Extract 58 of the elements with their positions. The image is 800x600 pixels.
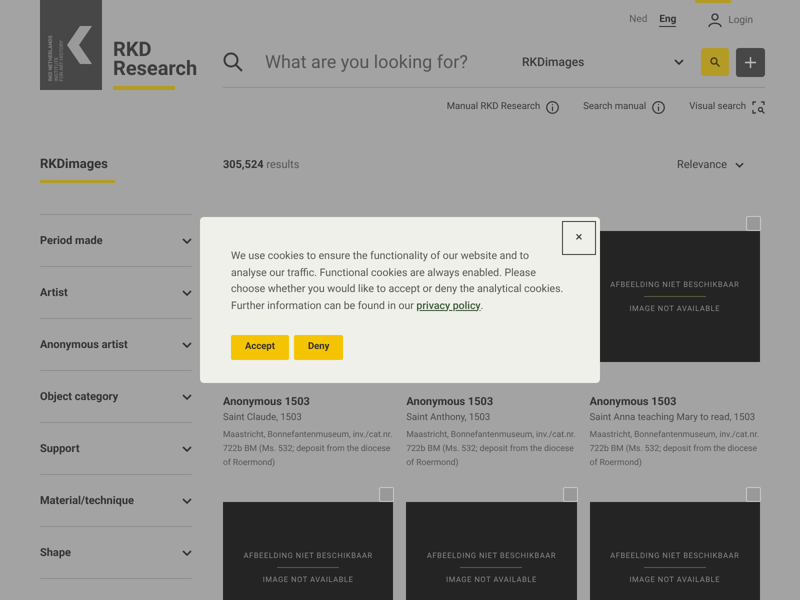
database-dropdown[interactable]: RKDimages xyxy=(522,53,684,71)
chevron-logo-icon xyxy=(66,26,92,64)
chevron-down-icon xyxy=(182,498,192,504)
search-icon xyxy=(223,52,243,72)
card-description: Maastricht, Bonnefantenmuseum, inv./cat.nr. 722b BM (Ms. 532; deposit from the diocese of Roermond) xyxy=(406,429,577,470)
user-icon xyxy=(708,13,722,27)
chevron-down-icon xyxy=(182,342,192,348)
chevron-down-icon xyxy=(182,290,192,296)
privacy-policy-link[interactable]: privacy policy xyxy=(416,298,481,312)
filter-toggle[interactable]: Period made xyxy=(40,215,192,268)
card-title[interactable]: Anonymous 1503 xyxy=(223,395,394,410)
close-button[interactable]: × xyxy=(562,221,596,255)
sidebar-title: RKDimages xyxy=(40,156,109,174)
card-subtitle: Saint Claude, 1503 xyxy=(223,411,303,426)
result-count: 305,524 xyxy=(223,158,264,171)
info-icon xyxy=(652,100,666,114)
site-title[interactable]: Research xyxy=(113,59,198,78)
select-checkbox[interactable] xyxy=(562,487,578,502)
cookie-message: We use cookies to ensure the functionality of our website and to analyse our traffic. Functional cookies are always enabled. Please choose whether you would like to accept or deny the analytical cookies. Further information can be found in our privacy policy. xyxy=(231,248,564,314)
help-link[interactable]: Manual RKD Research xyxy=(446,100,560,114)
scan-search-icon xyxy=(752,100,765,114)
chevron-down-icon xyxy=(735,162,744,168)
filter-toggle[interactable]: Anonymous artist xyxy=(40,319,192,372)
search-icon xyxy=(710,57,720,67)
select-checkbox[interactable] xyxy=(746,216,761,232)
card-title[interactable]: Anonymous 1503 xyxy=(406,395,577,410)
plus-icon xyxy=(745,56,756,68)
card-title[interactable]: Anonymous 1503 xyxy=(590,395,760,410)
add-button[interactable] xyxy=(736,48,765,76)
filter-toggle[interactable]: Shape xyxy=(40,527,192,580)
card-subtitle: Saint Anthony, 1503 xyxy=(406,411,492,426)
select-checkbox[interactable] xyxy=(379,487,394,502)
search-button[interactable] xyxy=(701,48,729,76)
search-field[interactable]: What are you looking for? xyxy=(265,48,505,76)
chevron-down-icon xyxy=(182,394,192,400)
select-checkbox[interactable] xyxy=(746,487,761,502)
card-description: Maastricht, Bonnefantenmuseum, inv./cat.nr. 722b BM (Ms. 532; deposit from the diocese of Roermond) xyxy=(590,429,760,470)
language-link[interactable]: Eng xyxy=(659,14,676,26)
filter-toggle[interactable]: Object category xyxy=(40,371,192,424)
login-link[interactable]: Login xyxy=(708,12,753,28)
filter-toggle[interactable]: Material/technique xyxy=(40,475,192,528)
card-description: Maastricht, Bonnefantenmuseum, inv./cat.nr. 722b BM (Ms. 532; deposit from the diocese of Roermond) xyxy=(223,429,394,470)
filter-toggle[interactable]: Artist xyxy=(40,267,192,320)
site-title[interactable]: RKD xyxy=(113,40,198,59)
info-icon xyxy=(546,100,560,114)
consent-button[interactable]: Accept xyxy=(231,335,289,360)
consent-button[interactable]: Deny xyxy=(294,335,344,360)
result-count-label: results xyxy=(266,158,300,171)
language-link[interactable]: Ned xyxy=(629,14,648,26)
chevron-down-icon xyxy=(182,446,192,452)
help-link[interactable]: Search manual xyxy=(583,100,666,114)
sort-dropdown[interactable]: Relevance xyxy=(677,157,744,174)
chevron-down-icon xyxy=(182,238,192,244)
card-subtitle: Saint Anna teaching Mary to read, 1503 xyxy=(590,411,756,426)
chevron-down-icon xyxy=(674,59,684,65)
filter-toggle[interactable]: Support xyxy=(40,423,192,476)
chevron-down-icon xyxy=(182,550,192,556)
visual-search-link[interactable]: Visual search xyxy=(689,100,765,114)
